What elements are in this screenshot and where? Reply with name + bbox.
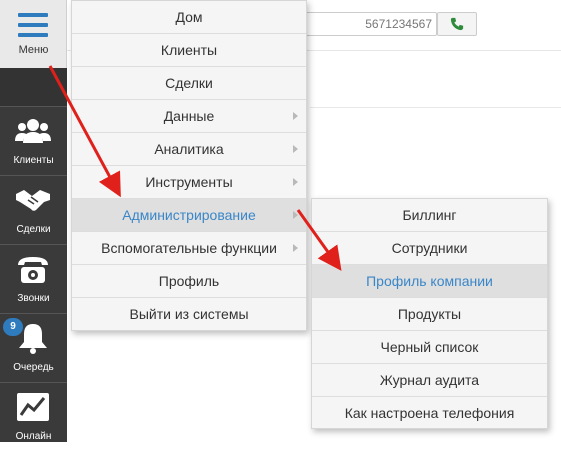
menu-item-profile[interactable]: Профиль [72, 265, 306, 298]
menu-item-analytics[interactable]: Аналитика [72, 133, 306, 166]
menu-item-data[interactable]: Данные [72, 100, 306, 133]
caret-right-icon [293, 112, 298, 120]
submenu-item-employees[interactable]: Сотрудники [312, 232, 547, 265]
menu-item-tools[interactable]: Инструменты [72, 166, 306, 199]
menu-item-label: Сотрудники [391, 240, 468, 256]
sidebar-item-label: Онлайн [15, 431, 52, 442]
menu-item-deals[interactable]: Сделки [72, 67, 306, 100]
hamburger-icon [18, 13, 48, 37]
sidebar-spacer [0, 68, 67, 106]
caret-right-icon [293, 211, 298, 219]
content-divider [310, 107, 561, 108]
sidebar-item-deals[interactable]: Сделки [0, 175, 67, 244]
menu-item-label: Черный список [380, 339, 479, 355]
submenu-item-telephony-setup[interactable]: Как настроена телефония [312, 397, 547, 430]
submenu-item-audit-log[interactable]: Журнал аудита [312, 364, 547, 397]
menu-item-clients[interactable]: Клиенты [72, 34, 306, 67]
users-icon [15, 119, 51, 143]
sidebar-item-clients[interactable]: Клиенты [0, 106, 67, 175]
main-menu: Дом Клиенты Сделки Данные Аналитика Инст… [71, 0, 307, 331]
menu-item-auxiliary[interactable]: Вспомогательные функции [72, 232, 306, 265]
submenu-item-company-profile[interactable]: Профиль компании [312, 265, 547, 298]
menu-item-label: Журнал аудита [379, 372, 480, 388]
menu-item-home[interactable]: Дом [72, 1, 306, 34]
sidebar: Меню Клиенты Сделки Звонки 9 Очередь Онл… [0, 0, 67, 442]
chart-line-icon [17, 393, 49, 421]
submenu-item-products[interactable]: Продукты [312, 298, 547, 331]
administration-submenu: Биллинг Сотрудники Профиль компании Прод… [311, 198, 548, 429]
submenu-item-blacklist[interactable]: Черный список [312, 331, 547, 364]
menu-item-label: Биллинг [402, 207, 457, 223]
sidebar-item-online[interactable]: Онлайн [0, 382, 67, 451]
sidebar-item-calls[interactable]: Звонки [0, 244, 67, 313]
menu-item-administration[interactable]: Администрирование [72, 199, 306, 232]
sidebar-item-label: Клиенты [13, 155, 54, 166]
caret-right-icon [293, 244, 298, 252]
sidebar-item-label: Очередь [13, 362, 54, 373]
sidebar-item-label: Звонки [17, 293, 50, 304]
handshake-icon [16, 190, 50, 211]
caret-right-icon [293, 178, 298, 186]
menu-item-logout[interactable]: Выйти из системы [72, 298, 306, 331]
queue-count-badge: 9 [3, 318, 23, 336]
sidebar-item-label: Сделки [16, 224, 51, 235]
menu-item-label: Сделки [165, 75, 213, 91]
menu-item-label: Выйти из системы [129, 306, 249, 322]
menu-item-label: Продукты [397, 306, 462, 322]
menu-button[interactable]: Меню [0, 0, 67, 68]
submenu-item-billing[interactable]: Биллинг [312, 199, 547, 232]
call-button[interactable] [437, 12, 477, 36]
menu-item-label: Как настроена телефония [344, 405, 515, 421]
menu-item-label: Аналитика [154, 141, 224, 157]
sidebar-item-queue[interactable]: 9 Очередь [0, 313, 67, 382]
menu-item-label: Инструменты [145, 174, 233, 190]
menu-item-label: Профиль [158, 273, 220, 289]
menu-item-label: Клиенты [160, 42, 218, 58]
menu-item-label: Профиль компании [366, 273, 493, 289]
phone-icon [18, 257, 48, 283]
menu-item-label: Данные [163, 108, 215, 124]
menu-label: Меню [18, 44, 49, 56]
menu-item-label: Дом [175, 9, 203, 25]
caret-right-icon [293, 145, 298, 153]
phone-call-icon [450, 17, 464, 31]
menu-item-label: Вспомогательные функции [101, 240, 277, 256]
menu-item-label: Администрирование [122, 207, 256, 223]
